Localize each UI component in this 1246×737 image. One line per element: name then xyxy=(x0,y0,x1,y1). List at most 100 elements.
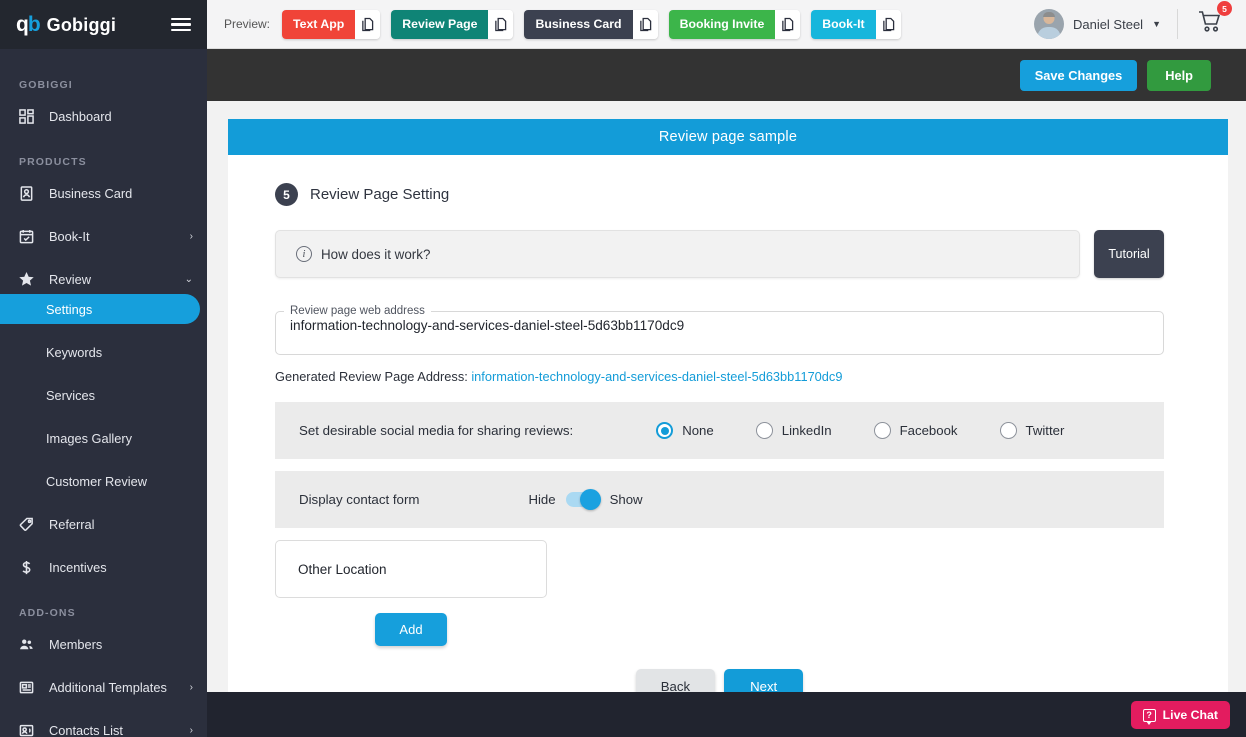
action-bar: Save Changes Help xyxy=(207,49,1246,101)
menu-toggle-icon[interactable] xyxy=(171,17,191,32)
preview-label: Preview: xyxy=(224,17,271,31)
sidebar-item-review[interactable]: Review ⌄ xyxy=(0,264,207,294)
save-changes-button[interactable]: Save Changes xyxy=(1019,59,1138,91)
cart-badge: 5 xyxy=(1217,1,1232,16)
how-does-it-work-banner[interactable]: i How does it work? xyxy=(275,230,1080,278)
sidebar-subitem-label: Customer Review xyxy=(46,473,147,489)
sidebar-subitem-keywords[interactable]: Keywords xyxy=(0,337,207,367)
logo-mark: qb xyxy=(16,12,41,36)
help-button[interactable]: Help xyxy=(1147,59,1211,91)
toggle-on-label: Show xyxy=(609,492,643,507)
add-button-wrap: Add xyxy=(275,613,547,646)
preview-group-review-page: Review Page xyxy=(391,9,514,39)
sidebar-nav: GOBIGGI Dashboard PRODUCTS Business Card… xyxy=(0,49,207,737)
footer: ? Live Chat xyxy=(207,692,1246,737)
preview-button-text-app[interactable]: Text App xyxy=(282,9,356,39)
user-name: Daniel Steel xyxy=(1072,16,1144,32)
sidebar-subitem-label: Keywords xyxy=(46,344,103,360)
contact-form-label: Display contact form xyxy=(299,492,420,507)
avatar xyxy=(1033,9,1064,39)
sidebar: qb Gobiggi GOBIGGI Dashboard PRODUCTS Bu… xyxy=(0,0,207,737)
sidebar-item-label: Incentives xyxy=(49,559,107,575)
preview-button-booking-invite[interactable]: Booking Invite xyxy=(668,9,776,39)
sidebar-item-label: Book-It xyxy=(49,228,90,244)
topbar-right: Daniel Steel ▼ 5 xyxy=(1018,0,1246,48)
page-title: Review Page Setting xyxy=(310,186,450,203)
dollar-icon xyxy=(19,560,39,575)
radio-label: Facebook xyxy=(899,423,958,438)
review-url-input[interactable] xyxy=(276,318,1163,343)
preview-button-business-card[interactable]: Business Card xyxy=(524,9,633,39)
contact-form-row: Display contact form Hide Show xyxy=(275,471,1164,528)
generated-address-line: Generated Review Page Address: informati… xyxy=(275,369,1164,384)
generated-address-link[interactable]: information-technology-and-services-dani… xyxy=(471,369,842,384)
sidebar-item-contacts-list[interactable]: Contacts List › xyxy=(0,715,207,737)
template-icon xyxy=(19,680,39,695)
copy-document-icon[interactable] xyxy=(632,9,658,39)
sidebar-item-additional-templates[interactable]: Additional Templates › xyxy=(0,672,207,702)
sidebar-item-book-it[interactable]: Book-It › xyxy=(0,221,207,251)
social-media-row: Set desirable social media for sharing r… xyxy=(275,402,1164,459)
radio-option-twitter[interactable]: Twitter xyxy=(999,422,1064,439)
radio-option-linkedin[interactable]: LinkedIn xyxy=(755,422,832,439)
back-button[interactable]: Back xyxy=(635,669,716,692)
info-icon: i xyxy=(296,246,312,262)
copy-document-icon[interactable] xyxy=(488,9,514,39)
sidebar-item-business-card[interactable]: Business Card xyxy=(0,178,207,208)
add-button[interactable]: Add xyxy=(375,613,447,646)
sidebar-subitem-images-gallery[interactable]: Images Gallery xyxy=(0,423,207,453)
preview-group-booking-invite: Booking Invite xyxy=(668,9,801,39)
users-icon xyxy=(19,637,39,652)
chevron-right-icon: › xyxy=(189,724,193,736)
sidebar-subitem-services[interactable]: Services xyxy=(0,380,207,410)
next-button[interactable]: Next xyxy=(724,669,804,692)
preview-bar: Preview: Text App Review Page Business C… xyxy=(207,0,1246,49)
wizard-nav-buttons: Back Next xyxy=(275,669,1164,692)
copy-document-icon[interactable] xyxy=(875,9,901,39)
chevron-right-icon: › xyxy=(189,681,193,693)
toggle-knob xyxy=(579,489,601,510)
cart-button[interactable]: 5 xyxy=(1178,1,1246,38)
copy-document-icon[interactable] xyxy=(355,9,381,39)
step-header: 5 Review Page Setting xyxy=(275,183,1164,206)
tutorial-button[interactable]: Tutorial xyxy=(1094,230,1164,278)
other-location-input[interactable] xyxy=(298,561,524,577)
sidebar-subitem-customer-review[interactable]: Customer Review xyxy=(0,466,207,496)
id-card-icon xyxy=(19,185,39,201)
social-media-label: Set desirable social media for sharing r… xyxy=(299,423,574,438)
social-media-radio-group: None LinkedIn Facebook Twitter xyxy=(656,422,1064,439)
brand-name: Gobiggi xyxy=(46,14,117,35)
card-body: 5 Review Page Setting i How does it work… xyxy=(228,155,1228,692)
sidebar-item-label: Review xyxy=(49,271,91,287)
review-settings-card: Review page sample 5 Review Page Setting… xyxy=(228,119,1228,692)
page-content: Review page sample 5 Review Page Setting… xyxy=(207,101,1246,692)
preview-button-book-it[interactable]: Book-It xyxy=(811,9,876,39)
review-url-fieldset: Review page web address xyxy=(275,305,1164,355)
radio-option-none[interactable]: None xyxy=(656,422,714,439)
live-chat-label: Live Chat xyxy=(1162,708,1218,722)
nav-section-addons: ADD-ONS xyxy=(19,607,76,619)
radio-option-facebook[interactable]: Facebook xyxy=(873,422,958,439)
live-chat-button[interactable]: ? Live Chat xyxy=(1130,701,1230,729)
sidebar-item-members[interactable]: Members xyxy=(0,629,207,659)
app-root: qb Gobiggi GOBIGGI Dashboard PRODUCTS Bu… xyxy=(0,0,1246,737)
chat-question-icon: ? xyxy=(1142,708,1156,725)
sidebar-subitem-label: Services xyxy=(46,387,96,403)
user-menu[interactable]: Daniel Steel ▼ xyxy=(1018,9,1177,39)
brand-logo[interactable]: qb Gobiggi xyxy=(16,13,116,37)
toggle-off-label: Hide xyxy=(528,492,556,507)
sidebar-item-label: Referral xyxy=(49,516,95,532)
copy-document-icon[interactable] xyxy=(775,9,801,39)
nav-section-products: PRODUCTS xyxy=(19,156,87,168)
sidebar-item-referral[interactable]: Referral xyxy=(0,509,207,539)
preview-group-book-it: Book-It xyxy=(811,9,901,39)
contact-form-toggle[interactable] xyxy=(565,489,601,510)
sidebar-item-incentives[interactable]: Incentives xyxy=(0,552,207,582)
preview-button-review-page[interactable]: Review Page xyxy=(391,9,489,39)
preview-group-text-app: Text App xyxy=(282,9,381,39)
other-location-field xyxy=(275,540,547,598)
contact-form-toggle-wrap: Hide Show xyxy=(528,489,643,510)
sidebar-item-dashboard[interactable]: Dashboard xyxy=(0,101,207,131)
sidebar-subitem-settings[interactable]: Settings xyxy=(0,294,200,324)
radio-label: LinkedIn xyxy=(781,423,832,438)
